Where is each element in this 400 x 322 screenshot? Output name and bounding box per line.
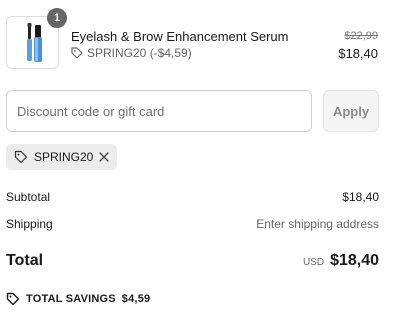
savings-value: $4,59: [121, 293, 151, 305]
total-label: Total: [6, 252, 44, 269]
tag-icon: [71, 47, 83, 59]
original-price: $22,99: [344, 30, 378, 42]
total-value: $18,40: [330, 252, 379, 269]
currency-code: USD: [302, 257, 325, 268]
total-amount-group: USD $18,40: [303, 252, 379, 270]
product-title: Eyelash & Brow Enhancement Serum: [71, 29, 289, 44]
discount-code-input[interactable]: [6, 90, 312, 132]
quantity-badge: 1: [47, 8, 67, 28]
applied-code-label: SPRING20: [34, 150, 94, 164]
apply-button[interactable]: Apply: [323, 90, 379, 132]
cart-line-item: 1 Eyelash & Brow Enhancement Serum SPRIN…: [6, 8, 380, 70]
total-savings: TOTAL SAVINGS $4,59: [6, 292, 150, 306]
close-icon: [99, 152, 110, 162]
item-discount-text: SPRING20 (-$4,59): [87, 46, 192, 60]
savings-label: TOTAL SAVINGS: [26, 293, 116, 305]
tag-icon: [6, 292, 20, 306]
shipping-value: Enter shipping address: [256, 217, 379, 231]
subtotal-value: $18,40: [342, 190, 379, 204]
discounted-price: $18,40: [338, 46, 378, 61]
remove-code-button[interactable]: [99, 152, 110, 162]
shipping-label: Shipping: [6, 217, 53, 231]
shipping-row: Shipping Enter shipping address: [6, 217, 379, 231]
total-row: Total USD $18,40: [6, 252, 379, 270]
subtotal-label: Subtotal: [6, 190, 51, 204]
item-discount: SPRING20 (-$4,59): [71, 46, 192, 60]
applied-discount-chip: SPRING20: [6, 144, 118, 170]
subtotal-row: Subtotal $18,40: [6, 190, 379, 204]
tag-icon: [14, 150, 28, 164]
